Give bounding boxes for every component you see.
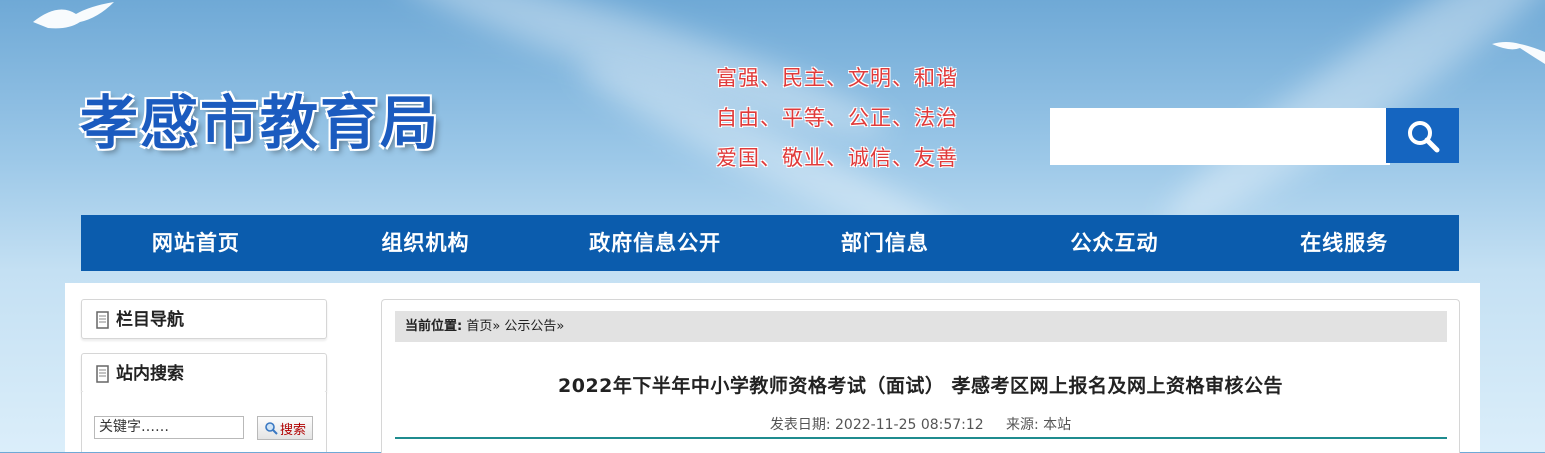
core-values: 富强、民主、文明、和谐 自由、平等、公正、法治 爱国、敬业、诚信、友善 bbox=[716, 58, 976, 178]
source-value: 本站 bbox=[1043, 417, 1072, 433]
search-icon bbox=[1407, 120, 1439, 152]
site-title[interactable]: 孝感市教育局 bbox=[80, 76, 440, 160]
core-values-line: 富强、民主、文明、和谐 bbox=[716, 66, 958, 90]
main-nav: 网站首页 组织机构 政府信息公开 部门信息 公众互动 在线服务 bbox=[81, 215, 1459, 271]
magnifier-icon bbox=[265, 422, 278, 435]
column-nav-box: 栏目导航 bbox=[81, 299, 327, 339]
article-title: 2022年下半年中小学教师资格考试（面试） 孝感考区网上报名及网上资格审核公告 bbox=[558, 375, 1283, 397]
title-divider bbox=[395, 437, 1447, 439]
document-icon bbox=[96, 311, 109, 329]
date-label: 发表日期: bbox=[769, 417, 831, 433]
nav-item-organization[interactable]: 组织机构 bbox=[311, 215, 541, 271]
breadcrumb-label: 当前位置: bbox=[405, 319, 463, 334]
site-search-title: 站内搜索 bbox=[116, 364, 184, 384]
breadcrumb-path[interactable]: 首页» 公示公告» bbox=[466, 319, 564, 334]
column-nav-title: 栏目导航 bbox=[116, 310, 184, 330]
dove-icon bbox=[1492, 42, 1545, 64]
publish-date: 2022-11-25 08:57:12 bbox=[835, 417, 984, 433]
breadcrumb: 当前位置: 首页» 公示公告» bbox=[395, 311, 1447, 342]
article-meta: 发表日期: 2022-11-25 08:57:12 来源: 本站 bbox=[381, 414, 1460, 434]
site-search-box: 站内搜索 bbox=[81, 353, 327, 393]
nav-item-department[interactable]: 部门信息 bbox=[770, 215, 1000, 271]
core-values-line: 爱国、敬业、诚信、友善 bbox=[716, 146, 958, 170]
nav-item-interaction[interactable]: 公众互动 bbox=[1000, 215, 1230, 271]
dove-icon bbox=[33, 2, 114, 29]
nav-item-services[interactable]: 在线服务 bbox=[1229, 215, 1459, 271]
document-icon bbox=[96, 365, 109, 383]
site-search-button-label: 搜索 bbox=[279, 422, 306, 438]
keyword-input[interactable]: 关键字…… bbox=[94, 416, 244, 439]
site-search-button[interactable]: 搜索 bbox=[257, 416, 313, 440]
nav-item-gov-info[interactable]: 政府信息公开 bbox=[540, 215, 770, 271]
core-values-line: 自由、平等、公正、法治 bbox=[716, 106, 958, 130]
nav-item-home[interactable]: 网站首页 bbox=[81, 215, 311, 271]
source-label: 来源: bbox=[1005, 417, 1039, 433]
header-search-input[interactable] bbox=[1050, 108, 1390, 165]
header-search-button[interactable] bbox=[1386, 108, 1459, 163]
